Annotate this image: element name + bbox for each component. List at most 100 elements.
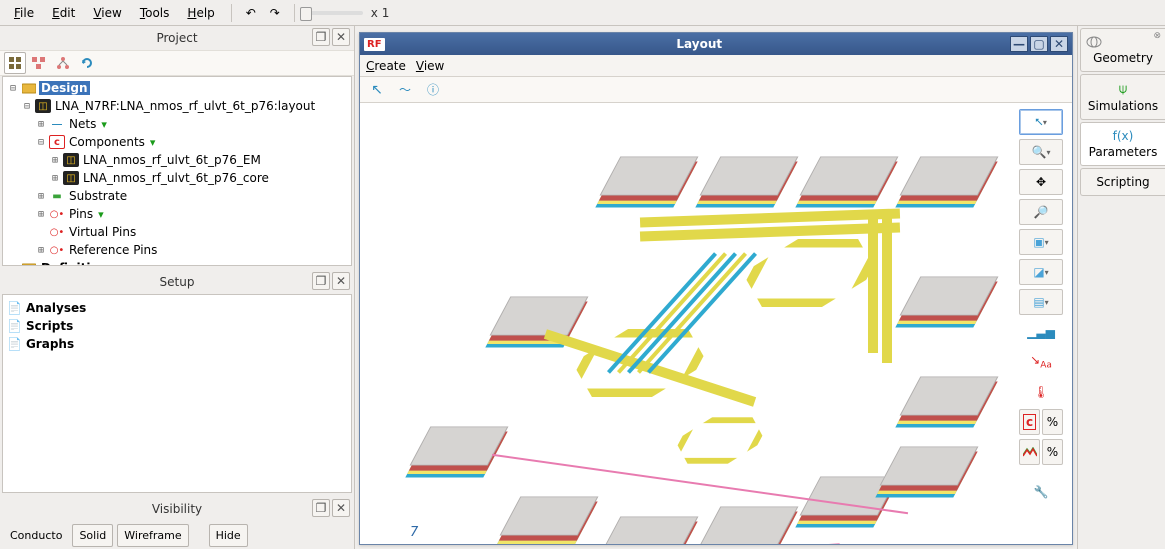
- tab-scripting[interactable]: Scripting: [1080, 168, 1165, 196]
- layout-max-button[interactable]: ▢: [1030, 36, 1048, 52]
- layout-close-button[interactable]: ✕: [1050, 36, 1068, 52]
- menu-edit[interactable]: Edit: [44, 3, 83, 23]
- visibility-close-button[interactable]: ✕: [332, 499, 350, 517]
- vt-layers-button[interactable]: ▤ ▾: [1019, 289, 1063, 315]
- redo-button[interactable]: ↷: [264, 2, 286, 24]
- tree-nets[interactable]: ⊞ ⎯⎯ Nets ▾: [7, 115, 347, 133]
- wave-icon: [1023, 447, 1037, 457]
- grid-icon: [8, 56, 22, 70]
- tree-comp-em[interactable]: ⊞ ◫ LNA_nmos_rf_ulvt_6t_p76_EM: [7, 151, 347, 169]
- close-icon: ✕: [336, 501, 346, 515]
- tree-comp-core[interactable]: ⊞ ◫ LNA_nmos_rf_ulvt_6t_p76_core: [7, 169, 347, 187]
- geometry-icon: [1085, 35, 1161, 49]
- tree-rpins[interactable]: ⊞ ○• Reference Pins: [7, 241, 347, 259]
- visibility-panel-title: Visibility ❐ ✕: [0, 497, 354, 521]
- vt-fit-button[interactable]: ✥: [1019, 169, 1063, 195]
- layout-titlebar[interactable]: RF Layout — ▢ ✕: [360, 33, 1072, 55]
- setup-restore-button[interactable]: ❐: [312, 272, 330, 290]
- vt-pct-button[interactable]: %: [1042, 409, 1063, 435]
- c-icon: c: [1023, 414, 1036, 430]
- vt-bars-button[interactable]: ▁▃▅: [1019, 319, 1063, 345]
- setup-panel-title: Setup ❐ ✕: [0, 270, 354, 294]
- setup-list[interactable]: 📄 Analyses 📄 Scripts 📄 Graphs: [2, 294, 352, 493]
- layout-menubar: Create View: [360, 55, 1072, 77]
- layout-cursor-button[interactable]: ↖: [366, 79, 388, 101]
- tree-icon: [32, 56, 46, 70]
- vt-c-button[interactable]: c: [1019, 409, 1040, 435]
- tab-close-icon[interactable]: ⊗: [1153, 31, 1161, 41]
- tree-pins[interactable]: ⊞ ○• Pins ▾: [7, 205, 347, 223]
- speed-label: x 1: [371, 6, 390, 20]
- setup-scripts[interactable]: 📄 Scripts: [7, 317, 347, 335]
- expand-icon: ⊞: [35, 191, 47, 202]
- layout-info-button[interactable]: ⓘ: [422, 79, 444, 101]
- filter-icon: ▾: [150, 136, 156, 149]
- project-tree[interactable]: ⊟ Design ⊟ ◫ LNA_N7RF:LNA_nmos_rf_ulvt_6…: [2, 76, 352, 266]
- proj-view-hier-button[interactable]: [52, 52, 74, 74]
- close-icon: ✕: [336, 30, 346, 44]
- vt-zoom-button[interactable]: 🔍 ▾: [1019, 139, 1063, 165]
- vis-wireframe-button[interactable]: Wireframe: [117, 524, 188, 547]
- expand-icon: ⊞: [49, 155, 61, 166]
- proj-refresh-button[interactable]: [76, 52, 98, 74]
- parameters-icon: f(x): [1085, 129, 1161, 143]
- vt-cube-button[interactable]: ▣ ▾: [1019, 229, 1063, 255]
- vt-thermo-button[interactable]: 🌡: [1019, 379, 1063, 405]
- project-close-button[interactable]: ✕: [332, 28, 350, 46]
- menu-file-label: ile: [20, 6, 34, 20]
- expand-icon: ⊞: [35, 119, 47, 130]
- tree-comp-core-label: LNA_nmos_rf_ulvt_6t_p76_core: [81, 171, 271, 185]
- vt-select-button[interactable]: ⭦ ▾: [1019, 109, 1063, 135]
- tree-components[interactable]: ⊟ c Components ▾: [7, 133, 347, 151]
- pin-icon: ○•: [49, 207, 65, 221]
- vis-solid-button[interactable]: Solid: [72, 524, 113, 547]
- menu-help[interactable]: Help: [179, 3, 222, 23]
- menu-file[interactable]: File: [6, 3, 42, 23]
- tab-parameters[interactable]: f(x) Parameters: [1080, 122, 1165, 166]
- vt-wave-button[interactable]: [1019, 439, 1040, 465]
- setup-close-button[interactable]: ✕: [332, 272, 350, 290]
- layout-icon: ◫: [35, 99, 51, 113]
- project-toolbar: [0, 50, 354, 76]
- tree-substrate[interactable]: ⊞ ▬ Substrate: [7, 187, 347, 205]
- tree-design[interactable]: ⊟ Design: [7, 79, 347, 97]
- vt-pct2-button[interactable]: %: [1042, 439, 1063, 465]
- analyses-icon: 📄: [7, 301, 22, 315]
- vt-wrench-button[interactable]: 🔧: [1019, 479, 1063, 505]
- menu-tools[interactable]: Tools: [132, 3, 178, 23]
- setup-graphs[interactable]: 📄 Graphs: [7, 335, 347, 353]
- proj-view-tree-button[interactable]: [28, 52, 50, 74]
- tab-simulations-label: Simulations: [1088, 99, 1158, 113]
- tree-vpins[interactable]: ○• Virtual Pins: [7, 223, 347, 241]
- tree-lna[interactable]: ⊟ ◫ LNA_N7RF:LNA_nmos_rf_ulvt_6t_p76:lay…: [7, 97, 347, 115]
- vt-cube2-button[interactable]: ◪ ▾: [1019, 259, 1063, 285]
- hier-icon: [56, 56, 70, 70]
- cursor-icon: ↖: [371, 82, 383, 98]
- tree-rpins-label: Reference Pins: [67, 243, 159, 257]
- tree-definitions[interactable]: ⊟ Definitions: [7, 259, 347, 266]
- layout-menu-create[interactable]: Create: [366, 59, 406, 73]
- layout-curve-button[interactable]: 〜: [394, 79, 416, 101]
- restore-icon: ❐: [316, 30, 327, 44]
- layout-canvas[interactable]: ⭦ ▾ 🔍 ▾ ✥ 🔎 ▣ ▾ ◪ ▾ ▤ ▾ ▁▃▅ ↘Aa 🌡 c %: [360, 103, 1072, 544]
- proj-view-icons-button[interactable]: [4, 52, 26, 74]
- layout-art: [380, 113, 1020, 544]
- vis-hide-button[interactable]: Hide: [209, 524, 248, 547]
- layout-menu-view[interactable]: View: [416, 59, 444, 73]
- undo-button[interactable]: ↶: [240, 2, 262, 24]
- visibility-restore-button[interactable]: ❐: [312, 499, 330, 517]
- curve-icon: 〜: [399, 81, 411, 98]
- vt-zoomin-button[interactable]: 🔎: [1019, 199, 1063, 225]
- fit-icon: ✥: [1036, 175, 1046, 189]
- vt-measure-button[interactable]: ↘Aa: [1019, 349, 1063, 375]
- tab-simulations[interactable]: ⍦ Simulations: [1080, 74, 1165, 120]
- speed-slider[interactable]: [303, 11, 363, 15]
- setup-analyses[interactable]: 📄 Analyses: [7, 299, 347, 317]
- center-area: RF Layout — ▢ ✕ Create View ↖ 〜 ⓘ: [355, 26, 1077, 549]
- project-restore-button[interactable]: ❐: [312, 28, 330, 46]
- tab-geometry[interactable]: ⊗ Geometry: [1080, 28, 1165, 72]
- menu-view[interactable]: View: [85, 3, 129, 23]
- collapse-icon: ⊟: [7, 83, 19, 94]
- vis-conductors-button[interactable]: Conducto: [4, 525, 68, 546]
- layout-min-button[interactable]: —: [1010, 36, 1028, 52]
